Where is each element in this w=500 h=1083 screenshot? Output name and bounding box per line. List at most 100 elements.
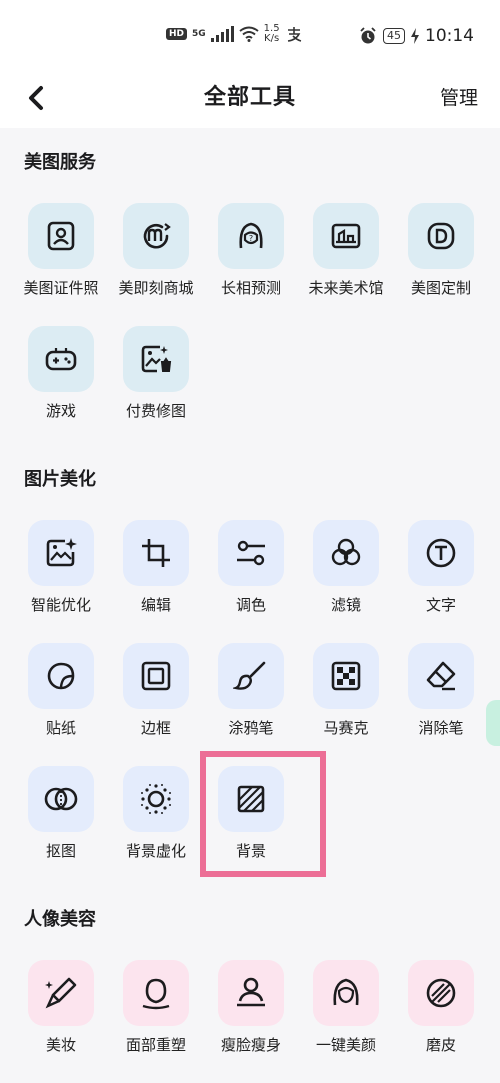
eraser-icon [426, 661, 456, 691]
tool-tile [28, 643, 94, 709]
tool-label: 消除笔 [418, 719, 464, 737]
tool-label: 调色 [235, 596, 266, 614]
tool-tile: ? [218, 203, 284, 269]
tool-tile [28, 203, 94, 269]
tool-frame[interactable]: 边框 [109, 643, 203, 738]
id-photo-icon [47, 221, 75, 251]
tool-label: 编辑 [140, 596, 171, 614]
tool-label: 未来美术馆 [308, 279, 384, 297]
sticker-icon [47, 662, 75, 690]
tool-face-reshape[interactable]: 面部重塑 [109, 960, 203, 1055]
tool-tile [408, 520, 474, 586]
tool-label: 边框 [140, 719, 171, 737]
page-title: 全部工具 [203, 85, 296, 110]
status-right: 45 10:14 [359, 26, 474, 46]
svg-text:?: ? [249, 234, 253, 243]
tool-label: 美即刻商城 [118, 279, 194, 297]
tool-gallery[interactable]: 未来美术馆 [299, 203, 393, 298]
top-nav-bar: 全部工具 管理 [0, 72, 500, 128]
makeup-icon [45, 977, 77, 1009]
tool-tile [313, 960, 379, 1026]
status-bar: HD 5G 1.5 K/s 45 10:14 [0, 0, 500, 72]
tool-label: 滤镜 [330, 596, 361, 614]
tool-label: 瘦脸瘦身 [220, 1036, 281, 1054]
manage-button[interactable]: 管理 [440, 78, 478, 118]
tool-label: 游戏 [45, 402, 76, 420]
tool-label: 文字 [425, 596, 456, 614]
floating-side-tab[interactable] [486, 700, 500, 746]
tool-label: 美图证件照 [23, 279, 99, 297]
tool-tile [218, 520, 284, 586]
one-tap-beauty-icon [333, 978, 359, 1006]
tool-label: 一键美颜 [315, 1036, 376, 1054]
tool-label: 马赛克 [323, 719, 369, 737]
tool-brush[interactable]: 涂鸦笔 [204, 643, 298, 738]
tool-tile [123, 766, 189, 832]
smooth-skin-icon [426, 978, 456, 1008]
tool-label: 智能优化 [30, 596, 91, 614]
tool-tile [408, 960, 474, 1026]
tool-tile [28, 326, 94, 392]
tool-tile [218, 960, 284, 1026]
tool-tile [123, 960, 189, 1026]
tool-adjust[interactable]: 调色 [204, 520, 298, 615]
tool-makeup[interactable]: 美妆 [14, 960, 108, 1055]
wifi-icon [239, 26, 259, 42]
tool-games[interactable]: 游戏 [14, 326, 108, 421]
tool-shop[interactable]: 美即刻商城 [109, 203, 203, 298]
tool-label: 背景 [235, 842, 266, 860]
network-label: 5G [192, 29, 206, 39]
tool-tile [28, 520, 94, 586]
tool-tile [408, 203, 474, 269]
tool-tile [28, 766, 94, 832]
tool-smooth-skin[interactable]: 磨皮 [394, 960, 488, 1055]
tool-paid-retouch[interactable]: 付费修图 [109, 326, 203, 421]
gamepad-icon [45, 348, 77, 371]
section-title-meitu-services: 美图服务 [24, 152, 96, 173]
background-icon [237, 785, 265, 813]
signal-icon [210, 26, 234, 42]
tool-tile [218, 643, 284, 709]
tool-background-blur[interactable]: 背景虚化 [109, 766, 203, 861]
tool-background[interactable]: 背景 [204, 766, 298, 861]
alarm-icon [360, 27, 376, 44]
tool-label: 面部重塑 [125, 1036, 186, 1054]
mosaic-icon [331, 661, 361, 691]
tool-label: 美妆 [45, 1036, 76, 1054]
tool-label: 长相预测 [220, 279, 281, 297]
filter-icon [331, 538, 361, 566]
blur-icon [141, 784, 171, 814]
tool-edit[interactable]: 编辑 [109, 520, 203, 615]
clock: 10:14 [425, 26, 474, 46]
tool-slim[interactable]: 瘦脸瘦身 [204, 960, 298, 1055]
section-title-image-beautify: 图片美化 [24, 469, 96, 490]
tool-tile [313, 643, 379, 709]
tool-tile [313, 203, 379, 269]
tool-one-tap-beauty[interactable]: 一键美颜 [299, 960, 393, 1055]
tool-label: 涂鸦笔 [228, 719, 274, 737]
tool-sticker[interactable]: 贴纸 [14, 643, 108, 738]
tool-eraser[interactable]: 消除笔 [394, 643, 488, 738]
tool-text[interactable]: 文字 [394, 520, 488, 615]
charging-icon [411, 28, 419, 44]
cutout-icon [44, 787, 78, 811]
tool-tile [123, 203, 189, 269]
face-reshape-icon [142, 978, 170, 1010]
hd-badge: HD [166, 28, 188, 40]
tool-label: 贴纸 [45, 719, 76, 737]
gallery-icon [331, 223, 361, 249]
crop-icon [142, 539, 170, 567]
shop-icon [143, 223, 171, 249]
tool-mosaic[interactable]: 马赛克 [299, 643, 393, 738]
tool-label: 背景虚化 [125, 842, 186, 860]
tool-filter[interactable]: 滤镜 [299, 520, 393, 615]
tool-cutout[interactable]: 抠图 [14, 766, 108, 861]
tool-smart-optimize[interactable]: 智能优化 [14, 520, 108, 615]
tool-custom[interactable]: 美图定制 [394, 203, 488, 298]
tool-tile [123, 643, 189, 709]
tool-label: 磨皮 [425, 1036, 456, 1054]
tool-face-predict[interactable]: ? 长相预测 [204, 203, 298, 298]
tool-tile [123, 326, 189, 392]
tool-id-photo[interactable]: 美图证件照 [14, 203, 108, 298]
adjust-icon [237, 540, 265, 566]
